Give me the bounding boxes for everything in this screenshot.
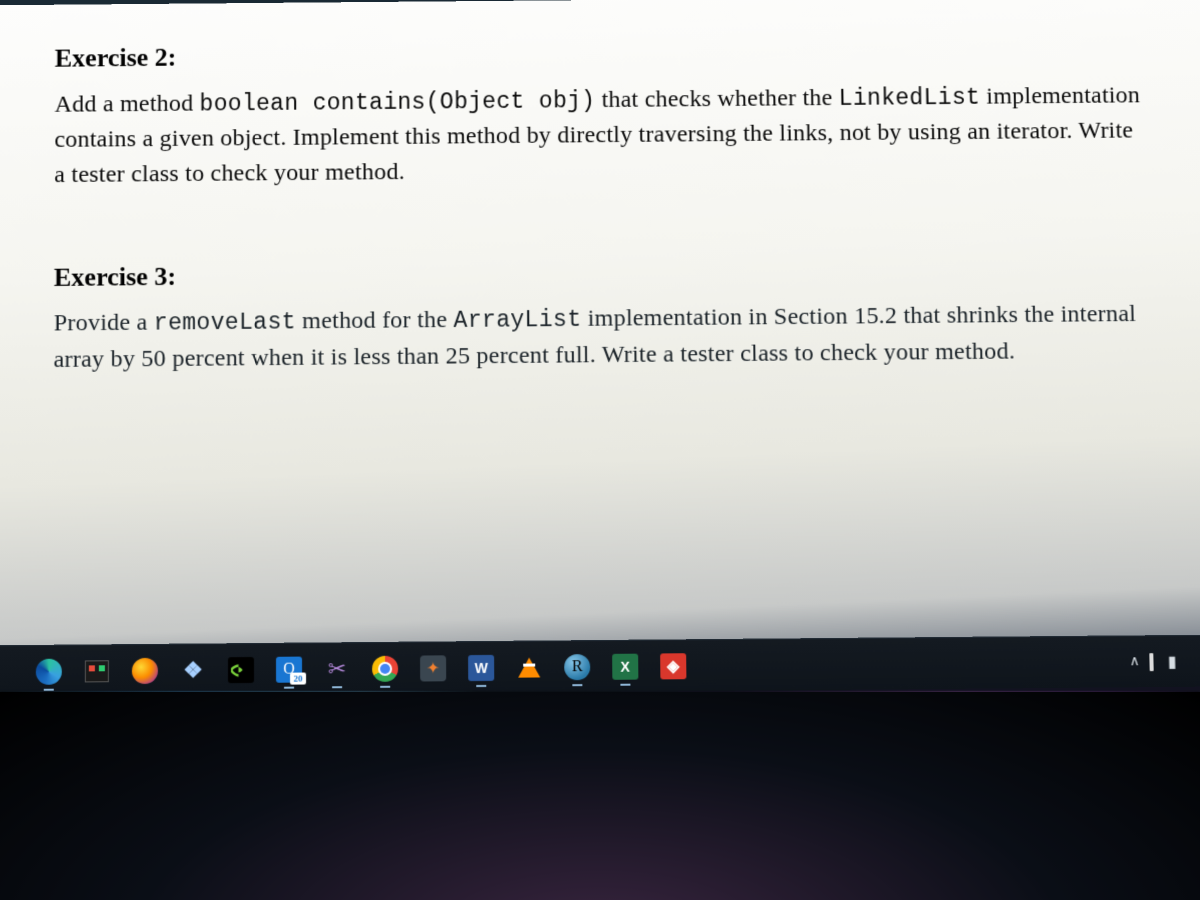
vmware-icon: ✦ bbox=[420, 655, 446, 681]
taskbar-store-button[interactable] bbox=[76, 651, 118, 691]
battery-icon[interactable]: ▮ bbox=[1167, 651, 1176, 671]
taskbar-anydesk-button[interactable]: ◈ bbox=[652, 646, 694, 686]
chrome-icon bbox=[372, 655, 398, 681]
tray-overflow-icon[interactable]: ∧ bbox=[1129, 653, 1140, 670]
screen: Exercise 2: Add a method boolean contain… bbox=[0, 0, 1200, 900]
outlook-badge: 20 bbox=[290, 672, 306, 684]
exercise-2-heading: Exercise 2: bbox=[55, 30, 1147, 77]
outlook-icon: O 20 bbox=[276, 656, 302, 682]
taskbar: ❖ O 20 ✂ ✦ W R bbox=[0, 635, 1200, 697]
rstudio-icon: R bbox=[564, 654, 590, 680]
taskbar-outlook-button[interactable]: O 20 bbox=[268, 649, 310, 689]
store-icon bbox=[85, 660, 109, 682]
taskbar-firefox-button[interactable] bbox=[124, 650, 166, 690]
code-inline: LinkedList bbox=[839, 84, 981, 111]
taskbar-word-button[interactable]: W bbox=[460, 647, 502, 687]
system-tray[interactable]: ∧ ▮ bbox=[1129, 651, 1195, 672]
excel-icon: X bbox=[612, 653, 638, 679]
taskbar-vmware-button[interactable]: ✦ bbox=[412, 648, 454, 688]
taskbar-vlc-button[interactable] bbox=[508, 647, 550, 687]
dropbox-icon: ❖ bbox=[180, 657, 206, 683]
code-inline: boolean contains(Object obj) bbox=[199, 88, 595, 118]
pen-icon[interactable] bbox=[1149, 653, 1153, 671]
document-page: Exercise 2: Add a method boolean contain… bbox=[0, 0, 1200, 653]
code-inline: ArrayList bbox=[453, 307, 581, 334]
taskbar-chrome-button[interactable] bbox=[364, 648, 406, 688]
taskbar-snip-button[interactable]: ✂ bbox=[316, 649, 358, 689]
vlc-icon bbox=[518, 657, 540, 677]
desk-area bbox=[0, 692, 1200, 900]
exercise-3-heading: Exercise 3: bbox=[54, 249, 1151, 297]
firefox-icon bbox=[132, 657, 158, 683]
scissors-icon: ✂ bbox=[324, 656, 350, 682]
taskbar-edge-button[interactable] bbox=[28, 651, 70, 691]
edge-icon bbox=[36, 658, 62, 684]
nvidia-icon bbox=[228, 656, 254, 682]
text: that checks whether the bbox=[595, 85, 839, 113]
taskbar-nvidia-button[interactable] bbox=[220, 649, 262, 689]
text: Add a method bbox=[55, 90, 200, 117]
text: Provide a bbox=[54, 310, 154, 337]
taskbar-dropbox-button[interactable]: ❖ bbox=[172, 650, 214, 690]
anydesk-icon: ◈ bbox=[660, 653, 686, 679]
taskbar-rstudio-button[interactable]: R bbox=[556, 647, 598, 687]
taskbar-excel-button[interactable]: X bbox=[604, 646, 646, 686]
exercise-3-body: Provide a removeLast method for the Arra… bbox=[53, 297, 1152, 378]
text: method for the bbox=[296, 307, 454, 335]
exercise-2-body: Add a method boolean contains(Object obj… bbox=[54, 78, 1149, 193]
word-icon: W bbox=[468, 654, 494, 680]
code-inline: removeLast bbox=[154, 309, 296, 337]
